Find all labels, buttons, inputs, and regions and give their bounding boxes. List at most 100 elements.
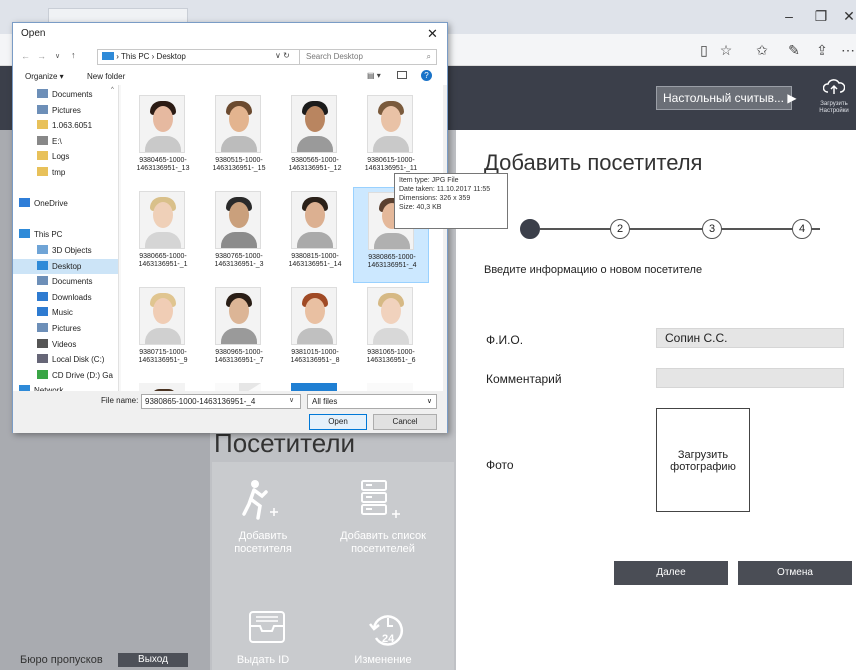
tree-item[interactable]: Desktop: [13, 258, 118, 274]
minimize-icon[interactable]: –: [774, 8, 804, 30]
file-item[interactable]: 9381065-1000-1463136951-_6: [353, 283, 429, 379]
next-button[interactable]: Далее: [614, 561, 728, 585]
preview-pane-icon[interactable]: [397, 71, 407, 79]
tree-item[interactable]: Pictures: [13, 321, 118, 336]
file-item[interactable]: 9380465-1000-1463136951-_13: [125, 91, 201, 187]
file-item[interactable]: [201, 379, 277, 391]
file-item[interactable]: [277, 379, 353, 391]
tree-item-label: Downloads: [52, 292, 92, 302]
dialog-toolbar: [13, 69, 447, 85]
cloud-upload-icon[interactable]: [822, 78, 846, 98]
favorites-icon[interactable]: ✩: [752, 42, 772, 60]
tile-add-visitor-label: Добавить посетителя: [234, 530, 292, 555]
file-item[interactable]: 9380815-1000-1463136951-_14: [277, 187, 353, 283]
fio-field[interactable]: Сопин С.С.: [656, 328, 844, 348]
file-item[interactable]: 9380565-1000-1463136951-_12: [277, 91, 353, 187]
logout-button[interactable]: Выход: [118, 653, 188, 667]
svg-text:24: 24: [382, 633, 395, 645]
tree-item[interactable]: Videos: [13, 337, 118, 352]
tree-item[interactable]: OneDrive: [13, 196, 118, 211]
upload-photo-button[interactable]: Загрузить фотографию: [656, 408, 750, 512]
file-item[interactable]: 9380765-1000-1463136951-_3: [201, 187, 277, 283]
tree-item[interactable]: CD Drive (D:) Ga: [13, 368, 118, 383]
file-type-select[interactable]: All files ∨: [307, 394, 437, 409]
forward-arrow-icon[interactable]: →: [37, 51, 46, 61]
cancel-button[interactable]: Отмена: [738, 561, 852, 585]
more-icon[interactable]: ⋯: [838, 42, 856, 60]
file-name: 9380765-1000-1463136951-_3: [214, 253, 264, 268]
fio-label: Ф.И.О.: [486, 333, 524, 347]
address-path[interactable]: › This PC › Desktop: [97, 49, 305, 65]
tree-item[interactable]: Music: [13, 305, 118, 320]
tree-item-label: Documents: [52, 90, 93, 99]
photo-thumbnail: [139, 383, 185, 391]
search-input[interactable]: Search Desktop ⌕: [299, 49, 437, 65]
file-name: 9380515-1000-1463136951-_15: [212, 157, 266, 172]
file-item[interactable]: 9381015-1000-1463136951-_8: [277, 283, 353, 379]
file-item[interactable]: 9380515-1000-1463136951-_15: [201, 91, 277, 187]
photo-thumbnail: [367, 287, 413, 345]
tree-item[interactable]: Local Disk (C:): [13, 352, 118, 367]
tree-item[interactable]: Network: [13, 383, 118, 391]
file-name: 9380715-1000-1463136951-_9: [138, 349, 188, 364]
tree-item[interactable]: E:\: [13, 134, 118, 149]
tree-item[interactable]: 3D Objects: [13, 243, 118, 258]
share-icon[interactable]: ⇪: [812, 42, 832, 60]
tile-add-visitor-list[interactable]: [356, 478, 406, 527]
file-item[interactable]: 9380665-1000-1463136951-_1: [125, 187, 201, 283]
tree-item-label: Pictures: [52, 324, 81, 333]
dialog-cancel-button[interactable]: Cancel: [373, 414, 437, 430]
favorite-star-icon[interactable]: ☆: [716, 42, 736, 60]
tree-scroll-up-icon[interactable]: ^: [111, 87, 117, 93]
recent-chevron-icon[interactable]: ∨: [55, 52, 60, 60]
file-name-dropdown-icon[interactable]: ∨: [289, 396, 294, 404]
open-button[interactable]: Open: [309, 414, 367, 430]
step-3: 3: [702, 219, 722, 239]
close-icon[interactable]: ✕: [834, 8, 856, 30]
comment-field[interactable]: [656, 368, 844, 388]
desktop-icon: [37, 260, 48, 270]
tree-item[interactable]: This PC: [13, 227, 118, 242]
organize-menu[interactable]: Organize ▾: [25, 72, 64, 81]
tree-item[interactable]: Logs: [13, 149, 118, 164]
tree-item-label: OneDrive: [34, 199, 68, 209]
file-item[interactable]: 9380965-1000-1463136951-_7: [201, 283, 277, 379]
comment-label: Комментарий: [486, 372, 562, 386]
photo-thumbnail: [139, 191, 185, 249]
file-name: 9380815-1000-1463136951-_14: [288, 253, 342, 268]
tree-item-label: Documents: [52, 277, 93, 287]
reading-view-icon[interactable]: ▯: [694, 42, 714, 60]
tile-add-visitor[interactable]: [236, 478, 286, 527]
file-name: 9380465-1000-1463136951-_13: [136, 157, 190, 172]
card-reader-select[interactable]: Настольный считыв... ▶: [656, 86, 797, 110]
cd-drive-icon: [37, 369, 48, 379]
upload-settings-label[interactable]: Загрузить Настройки: [812, 101, 856, 115]
file-item[interactable]: [125, 379, 201, 391]
view-options-icon[interactable]: ▤ ▾: [367, 71, 381, 80]
tree-item-label: 1.063.6051: [52, 121, 93, 131]
help-icon[interactable]: ?: [421, 70, 432, 81]
file-item[interactable]: [353, 379, 429, 391]
tree-item[interactable]: 1.063.6051: [13, 118, 118, 133]
pen-icon[interactable]: ✎: [784, 42, 804, 60]
new-folder-button[interactable]: New folder: [87, 72, 125, 81]
photo-thumbnail: [291, 191, 337, 249]
onedrive-icon: [19, 198, 30, 208]
file-scrollbar[interactable]: [443, 85, 447, 391]
path-dropdown-icon[interactable]: ∨ ↻: [275, 51, 290, 60]
file-name-input[interactable]: 9380865-1000-1463136951-_4: [141, 394, 301, 409]
tree-item[interactable]: Pictures: [13, 103, 118, 118]
folder-icon: [37, 167, 48, 176]
file-item[interactable]: 9380715-1000-1463136951-_9: [125, 283, 201, 379]
step-2: 2: [610, 219, 630, 239]
tree-item[interactable]: Documents: [13, 274, 118, 289]
tile-change[interactable]: 24: [366, 608, 416, 657]
tile-issue-id[interactable]: [246, 608, 296, 657]
tree-item[interactable]: tmp: [13, 165, 118, 180]
restore-icon[interactable]: ❐: [806, 8, 836, 30]
back-arrow-icon[interactable]: ←: [21, 51, 30, 61]
tree-item[interactable]: Downloads: [13, 290, 118, 305]
tree-item[interactable]: Documents: [13, 87, 118, 102]
up-arrow-icon[interactable]: ↑: [71, 50, 76, 60]
dialog-close-icon[interactable]: ✕: [427, 26, 438, 42]
